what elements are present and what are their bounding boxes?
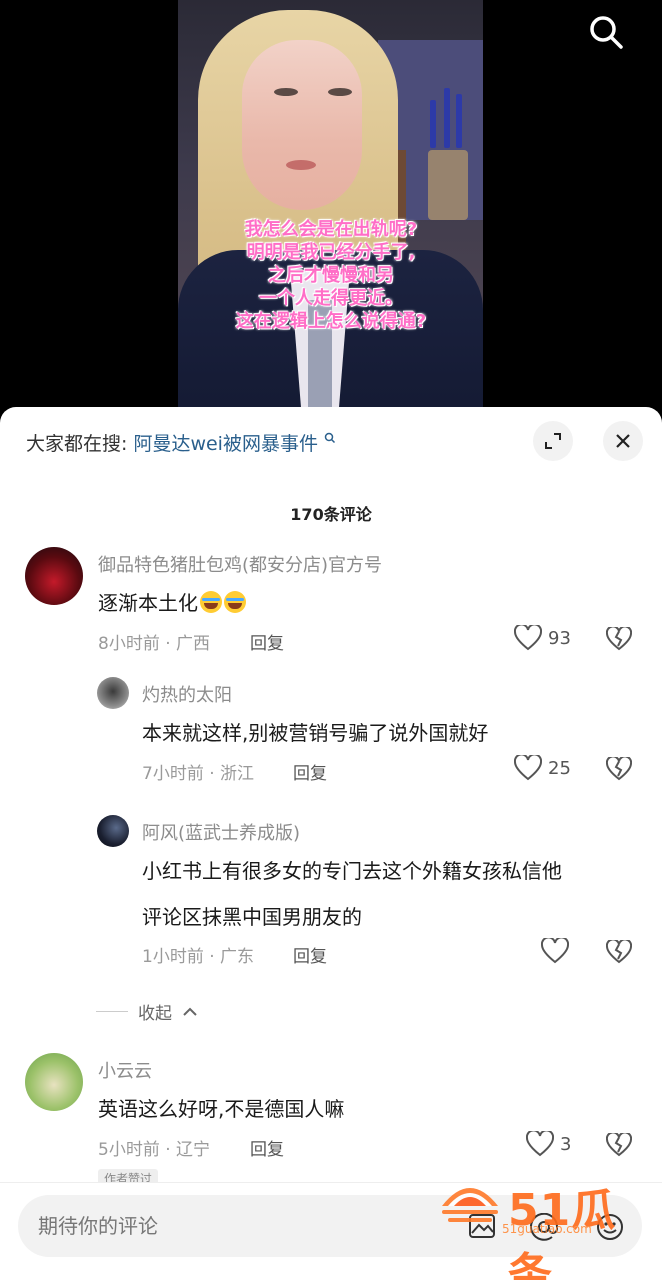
comment-meta: 1小时前 · 广东: [142, 947, 255, 967]
broken-heart-icon: [605, 755, 633, 781]
video-frame: [178, 0, 483, 420]
dislike-button[interactable]: [605, 1131, 633, 1161]
avatar[interactable]: [25, 1053, 83, 1111]
comment-text: 英语这么好呀,不是德国人嘛: [98, 1097, 345, 1121]
caption-line: 一个人走得更近。: [259, 288, 403, 309]
person-lips: [286, 160, 316, 170]
dislike-button[interactable]: [605, 625, 633, 655]
comment-text: 小红书上有很多女的专门去这个外籍女孩私信他: [142, 859, 562, 883]
reply-button[interactable]: 回复: [293, 759, 327, 784]
collapse-replies-button[interactable]: 收起: [96, 999, 198, 1024]
comment-meta: 7小时前 · 浙江: [142, 764, 255, 784]
comment-count: 170条评论: [290, 505, 372, 524]
candle: [456, 94, 462, 148]
comment-text: 本来就这样,别被营销号骗了说外国就好: [142, 721, 489, 745]
broken-heart-icon: [605, 625, 633, 651]
video-player[interactable]: 我怎么会是在出轨呢? 明明是我已经分手了, 之后才慢慢和另 一个人走得更近。 这…: [0, 0, 662, 420]
caption-line: 之后才慢慢和另: [268, 265, 394, 286]
expand-icon: [545, 433, 561, 449]
divider: [96, 1011, 128, 1012]
like-button[interactable]: [541, 938, 569, 964]
like-count: 3: [560, 1133, 572, 1155]
caption-line: 我怎么会是在出轨呢?: [244, 219, 418, 240]
comment-meta: 5小时前 · 辽宁: [98, 1140, 211, 1160]
reply-button[interactable]: 回复: [250, 629, 284, 654]
watermelon-logo-icon: [442, 1188, 498, 1222]
person-eye: [274, 88, 298, 96]
avatar[interactable]: [97, 677, 129, 709]
like-button[interactable]: 25: [514, 755, 571, 781]
heart-icon: [514, 625, 542, 651]
like-count: 93: [548, 627, 571, 649]
person-face: [242, 40, 362, 210]
like-button[interactable]: 3: [526, 1131, 571, 1157]
commenter-name[interactable]: 灼热的太阳: [142, 681, 232, 707]
person-eye: [328, 88, 352, 96]
candle: [444, 88, 450, 148]
site-watermark: 51瓜条 51guatiao.com: [438, 1172, 644, 1280]
comment-text-content: 逐渐本土化: [98, 591, 198, 615]
dislike-button[interactable]: [605, 755, 633, 785]
comment-meta: 8小时前 · 广西: [98, 634, 211, 654]
caption-line: 这在逻辑上怎么说得通?: [235, 311, 427, 332]
caption-line: 明明是我已经分手了,: [246, 242, 416, 263]
collapse-label: 收起: [138, 1004, 172, 1024]
dislike-button[interactable]: [605, 938, 633, 968]
like-button[interactable]: 93: [514, 625, 571, 651]
heart-icon: [526, 1131, 554, 1157]
candle: [430, 100, 436, 148]
background-lamp: [428, 150, 468, 220]
laugh-cry-emoji-icon: [200, 591, 222, 613]
heart-icon: [514, 755, 542, 781]
comment-sheet: 大家都在搜: 阿曼达wei被网暴事件 170条评论 御品特色猪肚包鸡(都安分店)…: [0, 407, 662, 1280]
search-small-icon: [324, 432, 336, 444]
commenter-name[interactable]: 小云云: [98, 1057, 152, 1083]
reply-button[interactable]: 回复: [250, 1135, 284, 1160]
reply-button[interactable]: 回复: [293, 942, 327, 967]
heart-icon: [541, 938, 569, 964]
avatar[interactable]: [25, 547, 83, 605]
like-count: 25: [548, 757, 571, 779]
hot-search-link[interactable]: 阿曼达wei被网暴事件: [133, 433, 318, 455]
video-caption: 我怎么会是在出轨呢? 明明是我已经分手了, 之后才慢慢和另 一个人走得更近。 这…: [196, 218, 466, 333]
hot-search-prefix: 大家都在搜:: [26, 433, 128, 455]
broken-heart-icon: [605, 1131, 633, 1157]
hot-search-bar: 大家都在搜: 阿曼达wei被网暴事件: [26, 429, 336, 456]
commenter-name[interactable]: 御品特色猪肚包鸡(都安分店)官方号: [98, 551, 382, 577]
close-icon: [616, 434, 630, 448]
commenter-name[interactable]: 阿风(蓝武士养成版): [142, 819, 300, 845]
expand-button[interactable]: [533, 421, 573, 461]
comment-text: 评论区抹黑中国男朋友的: [142, 905, 362, 929]
close-button[interactable]: [603, 421, 643, 461]
broken-heart-icon: [605, 938, 633, 964]
laugh-cry-emoji-icon: [224, 591, 246, 613]
chevron-up-icon: [183, 1007, 197, 1016]
avatar[interactable]: [97, 815, 129, 847]
search-icon[interactable]: [586, 12, 626, 52]
comment-text: 逐渐本土化: [98, 587, 246, 616]
watermark-url: 51guatiao.com: [502, 1222, 592, 1236]
